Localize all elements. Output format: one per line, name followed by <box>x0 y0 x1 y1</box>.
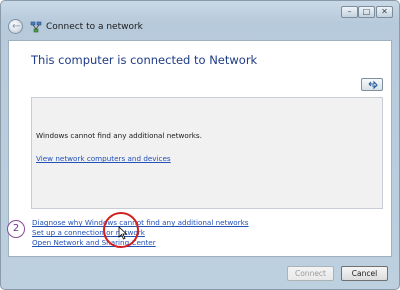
back-arrow-icon: ← <box>12 21 21 32</box>
dialog-content: This computer is connected to Network Wi… <box>8 40 392 257</box>
maximize-icon: □ <box>362 7 371 16</box>
page-title: This computer is connected to Network <box>31 53 258 67</box>
title-bar: ← Connect to a network – □ ✕ <box>1 1 399 41</box>
no-networks-message: Windows cannot find any additional netwo… <box>36 131 202 140</box>
close-icon: ✕ <box>381 7 388 16</box>
diagnose-link[interactable]: Diagnose why Windows cannot find any add… <box>32 218 249 227</box>
close-button[interactable]: ✕ <box>376 6 393 18</box>
connect-to-network-window: ← Connect to a network – □ ✕ This comput… <box>0 0 400 290</box>
dialog-footer <box>1 257 399 289</box>
refresh-button[interactable] <box>361 78 383 91</box>
maximize-button[interactable]: □ <box>358 6 375 18</box>
back-button[interactable]: ← <box>8 19 23 34</box>
refresh-icon <box>368 80 378 90</box>
sharing-center-link[interactable]: Open Network and Sharing Center <box>32 238 156 247</box>
connect-button[interactable]: Connect <box>287 266 334 281</box>
mouse-cursor-icon <box>118 226 128 240</box>
view-network-computers-link[interactable]: View network computers and devices <box>36 154 171 163</box>
minimize-icon: – <box>347 7 352 16</box>
window-title: Connect to a network <box>46 22 143 32</box>
network-icon <box>30 21 42 33</box>
minimize-button[interactable]: – <box>341 6 358 18</box>
network-list: Windows cannot find any additional netwo… <box>31 97 383 209</box>
step-number-badge: 2 <box>7 220 25 238</box>
cancel-button[interactable]: Cancel <box>341 266 388 281</box>
